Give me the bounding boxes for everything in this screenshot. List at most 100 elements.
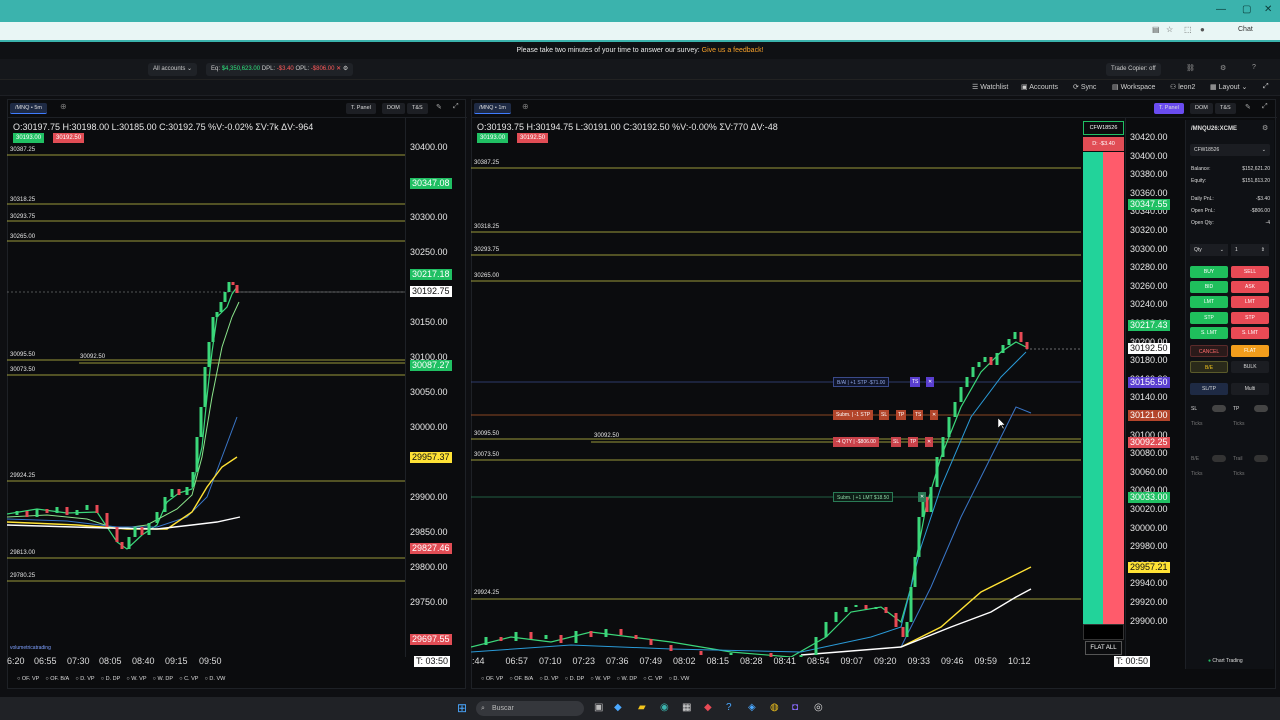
right-ts-button[interactable]: T&S <box>1215 103 1236 114</box>
accounts-dropdown[interactable]: All accounts ⌄ <box>148 63 198 76</box>
tp-ticks-select[interactable]: Ticks <box>1233 421 1244 427</box>
close-icon[interactable]: ✕ <box>1264 4 1272 15</box>
right-chart-plot[interactable] <box>471 117 1083 657</box>
study-toggle[interactable]: ○ W. DP <box>153 676 173 682</box>
right-dom-button[interactable]: DOM <box>1190 103 1213 114</box>
fullscreen-icon[interactable]: ⤢ <box>1263 83 1269 91</box>
sl-toggle[interactable] <box>1212 405 1226 412</box>
store-icon[interactable]: ▦ <box>682 702 691 713</box>
chat-button[interactable]: Chat <box>1238 26 1253 33</box>
study-toggle[interactable]: ○ W. VP <box>590 676 610 682</box>
stepper-icon[interactable]: ⇕ <box>1261 244 1265 256</box>
sell-limit-button[interactable]: LMT <box>1231 296 1269 308</box>
tp-toggle[interactable] <box>1254 405 1268 412</box>
sl-ticks-select[interactable]: Ticks <box>1191 421 1202 427</box>
sell-stop-button[interactable]: STP <box>1231 312 1269 324</box>
right-tpanel-button[interactable]: T. Panel <box>1154 103 1184 114</box>
app-icon[interactable]: ◎ <box>814 702 823 713</box>
edge-icon[interactable]: ◉ <box>660 702 669 713</box>
order-label-stop-buy[interactable]: B/Al | +1 STP -$71.00 <box>833 377 890 387</box>
order-cancel-icon[interactable]: ✕ <box>926 377 935 387</box>
order-label-limit[interactable]: Subm. | +1 LMT $18.50 <box>833 492 894 502</box>
trade-copier-status[interactable]: Trade Copier: off <box>1106 63 1161 76</box>
close-all-icon[interactable]: ✕ <box>336 66 341 72</box>
study-toggle[interactable]: ○ D. DP <box>101 676 121 682</box>
trail-toggle[interactable] <box>1254 455 1268 462</box>
left-tpanel-button[interactable]: T. Panel <box>346 103 376 114</box>
order-cancel-icon[interactable]: ✕ <box>930 410 939 420</box>
position-label[interactable]: -4 QTY | -$806.00 <box>833 437 879 447</box>
buy-limit-button[interactable]: LMT <box>1190 296 1228 308</box>
account-select[interactable]: CFW18526 ⌄ <box>1190 144 1270 156</box>
breakeven-button[interactable]: B/E <box>1190 361 1228 373</box>
app-icon[interactable]: ◆ <box>614 702 622 713</box>
sell-stop-limit-button[interactable]: S. LMT <box>1231 327 1269 339</box>
order-ts-button[interactable]: TS <box>913 410 924 420</box>
app-icon[interactable]: ◘ <box>792 702 798 713</box>
study-toggle[interactable]: ○ W. DP <box>617 676 637 682</box>
study-toggle[interactable]: ○ W. VP <box>126 676 146 682</box>
survey-link[interactable]: Give us a feedback! <box>702 47 764 54</box>
study-toggle[interactable]: ○ OF. B/A <box>509 676 533 682</box>
add-tab-icon[interactable]: ⊕ <box>522 102 529 111</box>
study-toggle[interactable]: ○ D. VW <box>205 676 226 682</box>
be-ticks-select[interactable]: Ticks <box>1191 471 1202 477</box>
order-cancel-icon[interactable]: ✕ <box>918 492 927 502</box>
bulk-button[interactable]: BULK <box>1231 361 1269 373</box>
edit-icon[interactable]: ✎ <box>1245 103 1251 111</box>
study-toggle[interactable]: ○ D. VP <box>75 676 94 682</box>
study-toggle[interactable]: ○ D. VW <box>669 676 690 682</box>
dom-bid-column[interactable] <box>1083 152 1103 624</box>
chrome-icon[interactable]: ◍ <box>770 702 779 713</box>
study-toggle[interactable]: ○ D. VP <box>539 676 558 682</box>
settings-icon[interactable]: ⚙ <box>1262 124 1268 132</box>
trail-ticks-select[interactable]: Ticks <box>1233 471 1244 477</box>
buy-button[interactable]: BUY <box>1190 266 1228 278</box>
dom-ask-column[interactable] <box>1103 152 1124 624</box>
expand-icon[interactable]: ⤢ <box>1262 103 1268 111</box>
study-toggle[interactable]: ○ OF. VP <box>481 676 503 682</box>
left-ts-button[interactable]: T&S <box>407 103 428 114</box>
expand-icon[interactable]: ⤢ <box>453 103 459 111</box>
file-explorer-icon[interactable]: ▰ <box>638 702 646 713</box>
left-chart-tab[interactable]: /MNQ • 5m <box>10 103 47 114</box>
sell-button[interactable]: SELL <box>1231 266 1269 278</box>
settings-icon[interactable]: ⚙ <box>343 66 348 72</box>
study-toggle[interactable]: ○ C. VP <box>643 676 662 682</box>
left-chart-plot[interactable] <box>7 117 407 657</box>
position-sl-button[interactable]: SL <box>891 437 902 447</box>
browser-address-bar[interactable] <box>0 22 1280 40</box>
app-icon[interactable]: ◆ <box>704 702 712 713</box>
watchlist-button[interactable]: ☰ Watchlist <box>972 83 1008 91</box>
layout-button[interactable]: ▦ Layout ⌄ <box>1210 83 1247 91</box>
workspace-button[interactable]: ▤ Workspace <box>1112 83 1155 91</box>
extensions-icon[interactable]: ⬚ <box>1184 25 1192 34</box>
link-icon[interactable]: ⛓ <box>1186 64 1195 72</box>
profile-icon[interactable]: ● <box>1200 25 1205 34</box>
be-toggle[interactable] <box>1212 455 1226 462</box>
buy-stop-button[interactable]: STP <box>1190 312 1228 324</box>
reader-icon[interactable]: ▤ <box>1152 25 1160 34</box>
tab-sltp[interactable]: SL/TP <box>1190 383 1228 395</box>
dom-account-label[interactable]: CFW18526 <box>1083 121 1124 135</box>
buy-stop-limit-button[interactable]: S. LMT <box>1190 327 1228 339</box>
edit-icon[interactable]: ✎ <box>436 103 442 111</box>
bid-button[interactable]: BID <box>1190 281 1228 293</box>
left-dom-button[interactable]: DOM <box>382 103 405 114</box>
position-close-icon[interactable]: ✕ <box>925 437 934 447</box>
right-chart-tab[interactable]: /MNQ • 1m <box>474 103 511 114</box>
qty-type-select[interactable]: Qty ⌄ <box>1190 244 1228 256</box>
cancel-button[interactable]: CANCEL <box>1190 345 1228 357</box>
sync-button[interactable]: ⟳ Sync <box>1073 83 1096 91</box>
minimize-icon[interactable]: — <box>1216 4 1226 15</box>
order-ts-button[interactable]: TS <box>910 377 921 387</box>
app-icon[interactable]: ◈ <box>748 702 756 713</box>
order-label-stop[interactable]: Subm. | -1 STP <box>833 410 874 420</box>
user-button[interactable]: ⚇ leon2 <box>1170 83 1195 91</box>
maximize-icon[interactable]: ▢ <box>1242 4 1251 15</box>
position-tp-button[interactable]: TP <box>908 437 919 447</box>
ask-button[interactable]: ASK <box>1231 281 1269 293</box>
taskbar-search[interactable]: ⌕ Buscar <box>476 701 584 716</box>
gear-icon[interactable]: ⚙ <box>1220 64 1226 72</box>
accounts-button[interactable]: ▣ Accounts <box>1021 83 1058 91</box>
